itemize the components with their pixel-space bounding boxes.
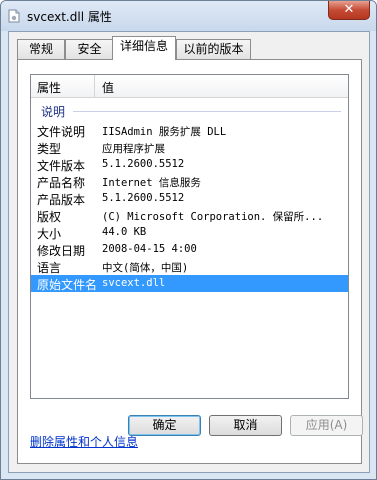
property-value: svcext.dll	[102, 277, 166, 289]
list-item[interactable]: 大小 44.0 KB	[31, 224, 348, 241]
property-name: 文件说明	[37, 125, 86, 139]
remove-properties-link[interactable]: 删除属性和个人信息	[30, 433, 138, 450]
title-bar[interactable]: svcext.dll 属性 ✕	[1, 1, 376, 31]
apply-button[interactable]: 应用(A)	[290, 415, 363, 436]
list-item[interactable]: 文件说明 IISAdmin 服务扩展 DLL	[31, 122, 348, 139]
list-item[interactable]: 版权 (C) Microsoft Corporation. 保留所...	[31, 207, 348, 224]
property-value: 2008-04-15 4:00	[102, 243, 197, 255]
property-name: 产品版本	[37, 193, 86, 207]
close-button[interactable]: ✕	[328, 1, 370, 20]
property-value: Internet 信息服务	[102, 177, 201, 189]
property-name: 原始文件名	[37, 278, 98, 292]
property-value: 中文(简体，中国)	[102, 262, 189, 274]
group-divider	[73, 111, 341, 112]
tab-previous-versions[interactable]: 以前的版本	[176, 39, 251, 59]
property-name: 版权	[37, 210, 62, 224]
cancel-button[interactable]: 取消	[209, 415, 282, 436]
tab-security[interactable]: 安全	[65, 39, 114, 59]
list-item[interactable]: 修改日期 2008-04-15 4:00	[31, 241, 348, 258]
tab-label: 详细信息	[119, 39, 168, 53]
property-name: 产品名称	[37, 176, 86, 190]
column-divider[interactable]	[94, 75, 95, 97]
property-name: 文件版本	[37, 159, 86, 173]
list-item[interactable]: 产品版本 5.1.2600.5512	[31, 190, 348, 207]
close-icon: ✕	[343, 2, 355, 17]
property-name: 修改日期	[37, 244, 86, 258]
column-header-property[interactable]: 属性	[37, 79, 61, 96]
list-header: 属性 值	[31, 75, 348, 98]
property-value: 5.1.2600.5512	[102, 192, 185, 204]
list-item[interactable]: 文件版本 5.1.2600.5512	[31, 156, 348, 173]
property-name: 大小	[37, 227, 62, 241]
ok-button[interactable]: 确定	[128, 415, 201, 436]
column-header-value[interactable]: 值	[102, 79, 114, 96]
tab-label: 以前的版本	[183, 42, 244, 56]
tab-details[interactable]: 详细信息	[112, 36, 176, 60]
list-item-selected[interactable]: 原始文件名 svcext.dll	[31, 275, 348, 292]
dialog-client-area: 常规 安全 详细信息 以前的版本 属性 值 说明 文件说明 IISAdmin 服务…	[8, 31, 370, 473]
property-name: 语言	[37, 261, 62, 275]
tab-label: 常规	[28, 42, 53, 56]
properties-window: svcext.dll 属性 ✕ 常规 安全 详细信息 以前的版本 属性 值 说明…	[0, 0, 377, 480]
property-value: 44.0 KB	[102, 226, 147, 238]
tab-label: 安全	[77, 42, 102, 56]
list-item[interactable]: 产品名称 Internet 信息服务	[31, 173, 348, 190]
details-panel: 属性 值 说明 文件说明 IISAdmin 服务扩展 DLL 类型 应用程序扩展 文…	[17, 59, 362, 464]
properties-list[interactable]: 属性 值 说明 文件说明 IISAdmin 服务扩展 DLL 类型 应用程序扩展 文…	[30, 74, 349, 399]
list-item[interactable]: 类型 应用程序扩展	[31, 139, 348, 156]
window-title: svcext.dll 属性	[27, 10, 112, 24]
list-item[interactable]: 语言 中文(简体，中国)	[31, 258, 348, 275]
group-label: 说明	[41, 105, 66, 119]
file-icon	[8, 9, 20, 23]
property-value: 5.1.2600.5512	[102, 158, 185, 170]
property-value: IISAdmin 服务扩展 DLL	[102, 126, 227, 138]
property-value: (C) Microsoft Corporation. 保留所...	[102, 211, 324, 223]
tab-general[interactable]: 常规	[17, 39, 65, 59]
property-name: 类型	[37, 142, 62, 156]
property-value: 应用程序扩展	[102, 143, 165, 155]
